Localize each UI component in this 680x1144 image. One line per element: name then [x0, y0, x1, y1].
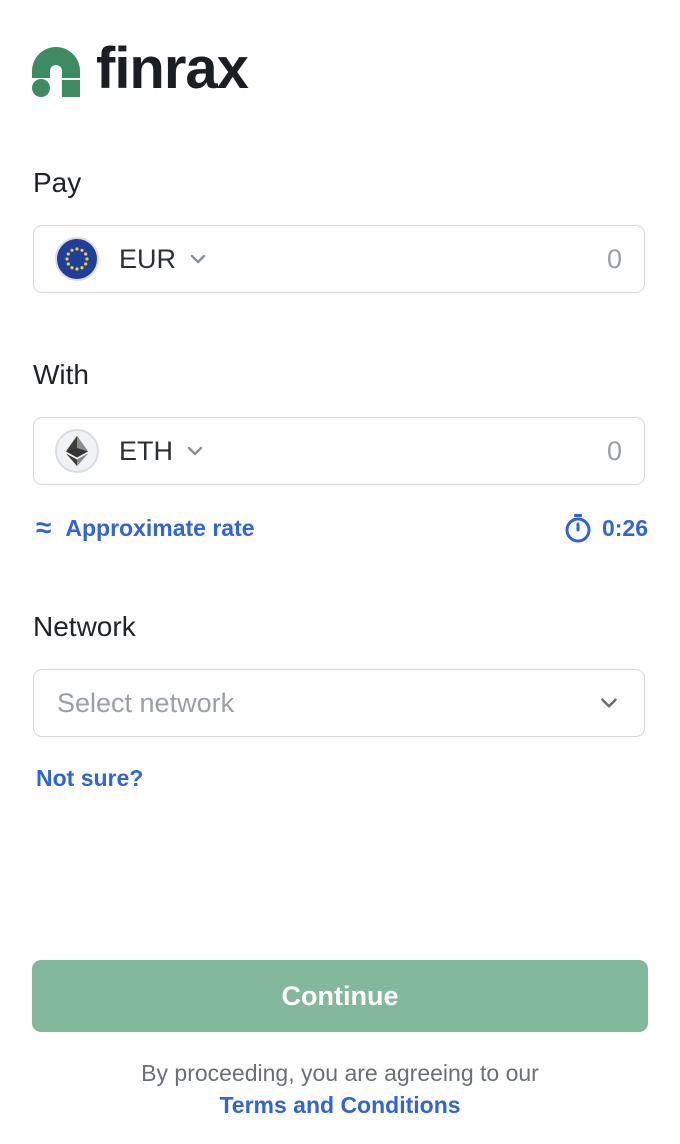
legal-text: By proceeding, you are agreeing to our	[141, 1060, 539, 1086]
brand-name: finrax	[96, 36, 249, 101]
rate-timer: 0:26	[564, 513, 648, 543]
pay-label: Pay	[33, 167, 82, 198]
chevron-down-icon[interactable]	[186, 247, 210, 271]
network-select-placeholder: Select network	[57, 687, 235, 718]
approximate-rate-label: Approximate rate	[65, 514, 255, 541]
brand-logo: finrax	[32, 40, 249, 98]
terms-link[interactable]: Terms and Conditions	[219, 1092, 460, 1118]
approx-icon: ≈	[36, 512, 52, 543]
pay-field[interactable]: EUR 0	[33, 225, 645, 293]
network-select[interactable]: Select network	[33, 669, 645, 737]
chevron-down-icon[interactable]	[596, 690, 622, 716]
network-label: Network	[33, 611, 136, 642]
with-field[interactable]: ETH 0	[33, 417, 645, 485]
with-currency-code[interactable]: ETH	[119, 436, 173, 467]
ethereum-icon	[55, 429, 99, 473]
rate-row: ≈ Approximate rate 0:26	[36, 512, 648, 544]
continue-button[interactable]: Continue	[32, 960, 648, 1032]
with-label: With	[33, 359, 89, 390]
not-sure-link[interactable]: Not sure?	[36, 765, 143, 792]
legal-notice: By proceeding, you are agreeing to our T…	[0, 1057, 680, 1121]
pay-amount-input[interactable]: 0	[607, 244, 622, 275]
finrax-logo-icon	[32, 47, 80, 97]
eu-flag-icon	[55, 237, 99, 281]
timer-value: 0:26	[601, 514, 648, 541]
chevron-down-icon[interactable]	[183, 439, 207, 463]
stopwatch-icon	[565, 514, 591, 543]
with-amount-input[interactable]: 0	[607, 436, 622, 467]
pay-currency-code[interactable]: EUR	[119, 244, 176, 275]
